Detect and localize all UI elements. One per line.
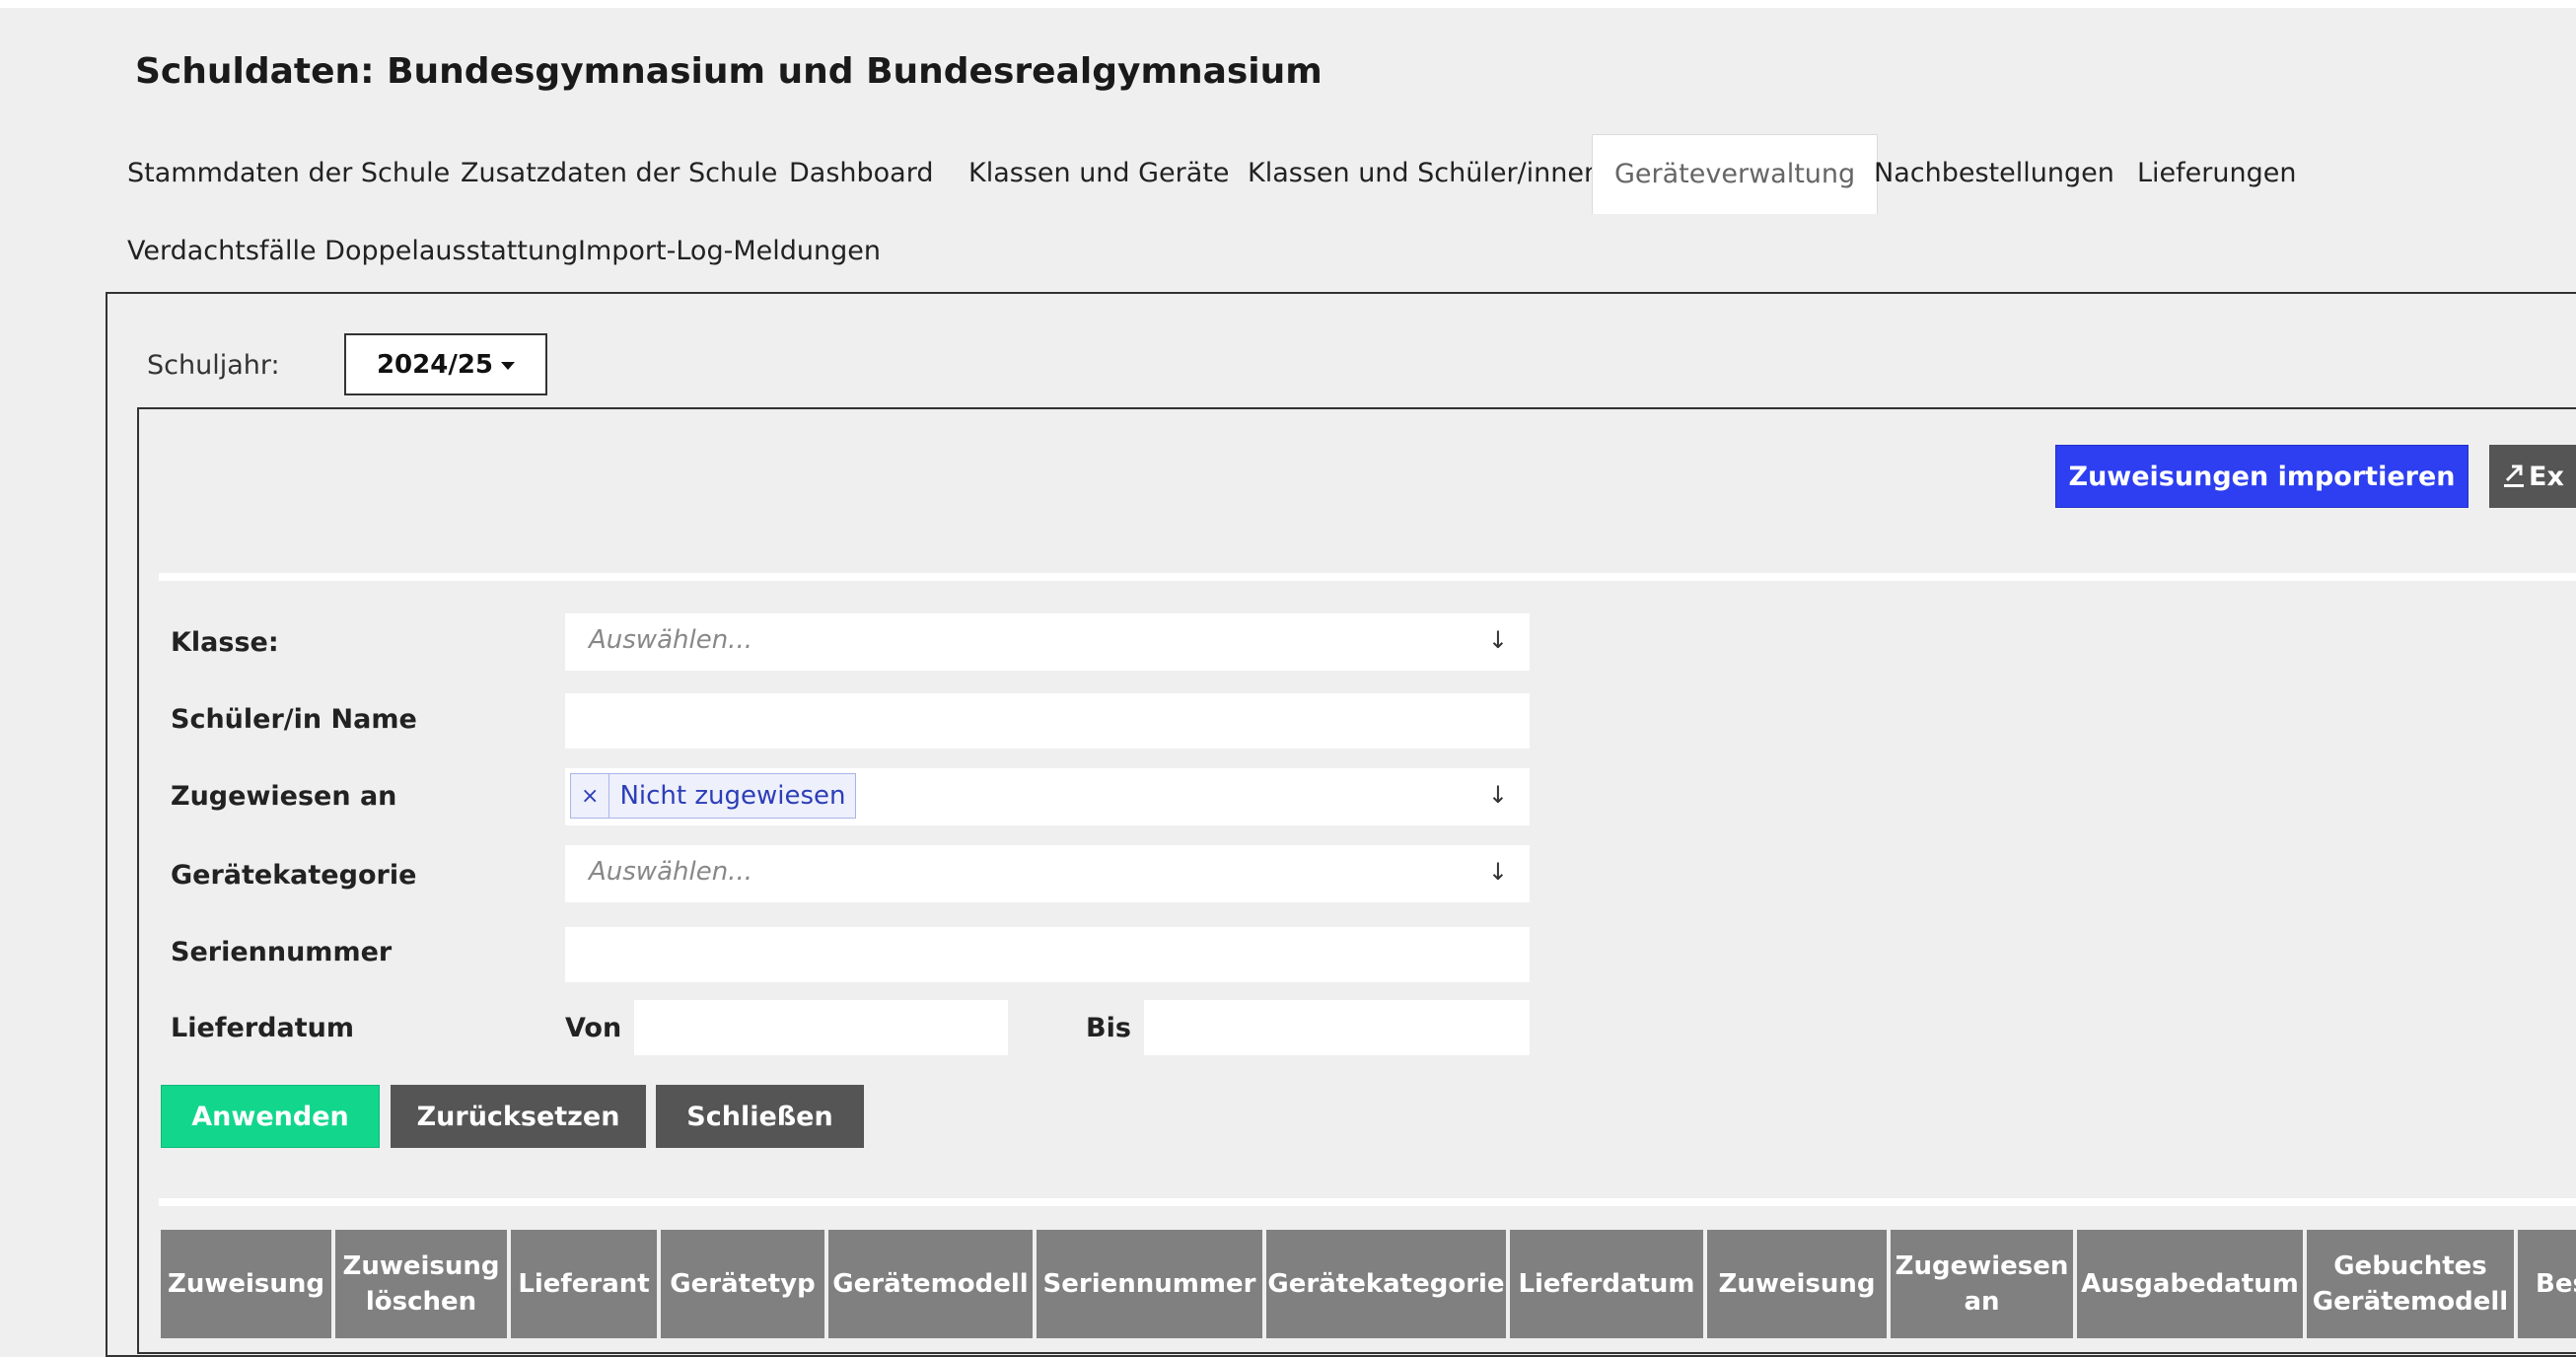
divider [159, 573, 2576, 581]
lieferdatum-label: Lieferdatum [171, 1013, 354, 1043]
remove-tag-icon[interactable]: × [571, 774, 610, 818]
top-strip [0, 0, 2576, 8]
caret-down-icon [501, 361, 516, 370]
column-header[interactable]: Zuweisung [161, 1230, 331, 1338]
import-assignments-button[interactable]: Zuweisungen importieren [2055, 445, 2469, 508]
column-header[interactable]: Lieferant [511, 1230, 657, 1338]
tab-verdachtsfaelle[interactable]: Verdachtsfälle Doppelausstattung [127, 238, 578, 264]
column-header[interactable]: Zuweisung löschen [335, 1230, 507, 1338]
tab-import-log[interactable]: Import-Log-Meldungen [578, 238, 881, 264]
tab-dashboard[interactable]: Dashboard [789, 160, 933, 186]
export-icon [2504, 464, 2524, 487]
tab-stammdaten[interactable]: Stammdaten der Schule [127, 160, 450, 186]
klasse-placeholder: Auswählen... [589, 625, 752, 655]
export-label: Ex [2529, 461, 2564, 492]
apply-button[interactable]: Anwenden [161, 1085, 380, 1148]
column-header[interactable]: Bes [2518, 1230, 2576, 1338]
column-header[interactable]: Zuweisung [1707, 1230, 1887, 1338]
column-header[interactable]: Gerätekategorie [1266, 1230, 1506, 1338]
divider [159, 1198, 2576, 1206]
geraetekategorie-select[interactable]: Auswählen... ↓ [565, 845, 1530, 902]
column-header[interactable]: Ausgabedatum [2077, 1230, 2303, 1338]
schuljahr-dropdown[interactable]: 2024/25 [344, 333, 547, 395]
geraetekategorie-placeholder: Auswählen... [589, 857, 752, 887]
tab-geraeteverwaltung[interactable]: Geräteverwaltung [1592, 134, 1879, 214]
selected-tag: × Nicht zugewiesen [570, 773, 857, 819]
export-button[interactable]: Ex [2489, 445, 2576, 508]
arrow-down-icon: ↓ [1487, 781, 1508, 809]
tab-klassen-schueler[interactable]: Klassen und Schüler/innen [1248, 160, 1601, 186]
zugewiesen-an-select[interactable]: × Nicht zugewiesen ↓ [565, 768, 1530, 825]
von-label: Von [565, 1013, 622, 1043]
page-title: Schuldaten: Bundesgymnasium und Bundesre… [135, 51, 1323, 92]
schuljahr-label: Schuljahr: [147, 350, 280, 381]
geraetekategorie-label: Gerätekategorie [171, 860, 417, 891]
bis-label: Bis [1086, 1013, 1131, 1043]
column-header[interactable]: Gerätemodell [828, 1230, 1033, 1338]
schueler-name-input[interactable] [565, 693, 1530, 749]
tab-nachbestellungen[interactable]: Nachbestellungen [1874, 160, 2114, 186]
zugewiesen-an-label: Zugewiesen an [171, 781, 397, 812]
lieferdatum-bis-input[interactable] [1144, 1000, 1530, 1055]
column-header[interactable]: Gerätetyp [661, 1230, 824, 1338]
schuljahr-value: 2024/25 [376, 349, 494, 380]
arrow-down-icon: ↓ [1487, 858, 1508, 886]
selected-tag-label: Nicht zugewiesen [619, 781, 846, 811]
klasse-label: Klasse: [171, 627, 279, 658]
seriennummer-label: Seriennummer [171, 937, 393, 967]
seriennummer-input[interactable] [565, 927, 1530, 982]
lieferdatum-von-input[interactable] [634, 1000, 1008, 1055]
tab-klassen-geraete[interactable]: Klassen und Geräte [968, 160, 1230, 186]
column-header[interactable]: Gebuchtes Gerätemodell [2307, 1230, 2514, 1338]
tab-lieferungen[interactable]: Lieferungen [2137, 160, 2296, 186]
close-button[interactable]: Schließen [656, 1085, 864, 1148]
column-header[interactable]: Lieferdatum [1510, 1230, 1703, 1338]
column-header[interactable]: Seriennummer [1037, 1230, 1262, 1338]
tab-zusatzdaten[interactable]: Zusatzdaten der Schule [461, 160, 777, 186]
schueler-name-label: Schüler/in Name [171, 704, 417, 735]
arrow-down-icon: ↓ [1487, 626, 1508, 654]
klasse-select[interactable]: Auswählen... ↓ [565, 613, 1530, 671]
column-header[interactable]: Zugewiesen an [1891, 1230, 2073, 1338]
reset-button[interactable]: Zurücksetzen [391, 1085, 646, 1148]
